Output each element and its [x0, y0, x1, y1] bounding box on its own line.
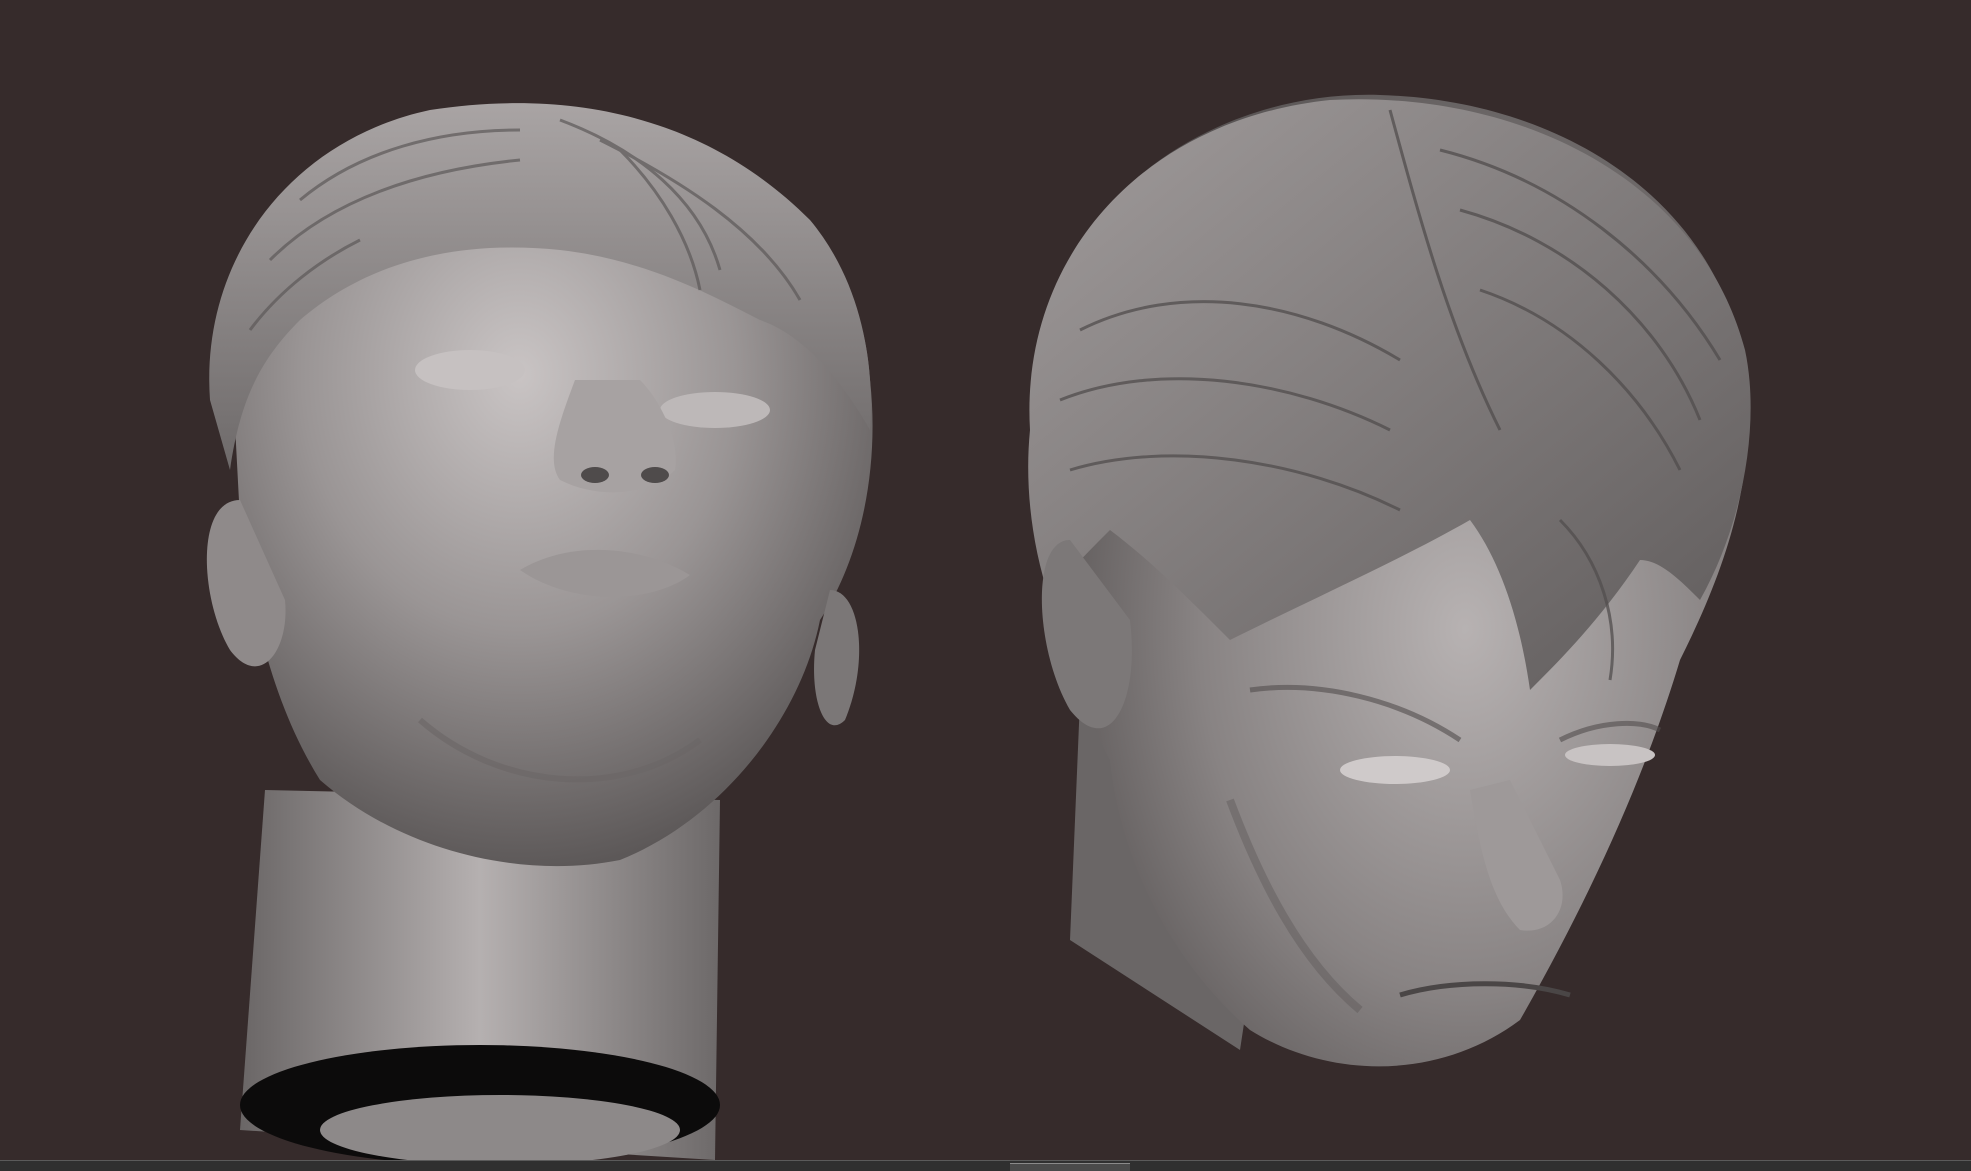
viewport-bottom-strip — [0, 1160, 1971, 1171]
head-downward-view — [1028, 94, 1751, 1067]
eye-down-left — [1340, 756, 1450, 784]
viewport-canvas[interactable] — [0, 0, 1971, 1171]
eye-right — [660, 392, 770, 428]
eye-down-right — [1565, 744, 1655, 766]
sculpt-scene — [206, 94, 1751, 1165]
eye-left — [415, 350, 525, 390]
head-upward-view — [206, 103, 873, 1165]
